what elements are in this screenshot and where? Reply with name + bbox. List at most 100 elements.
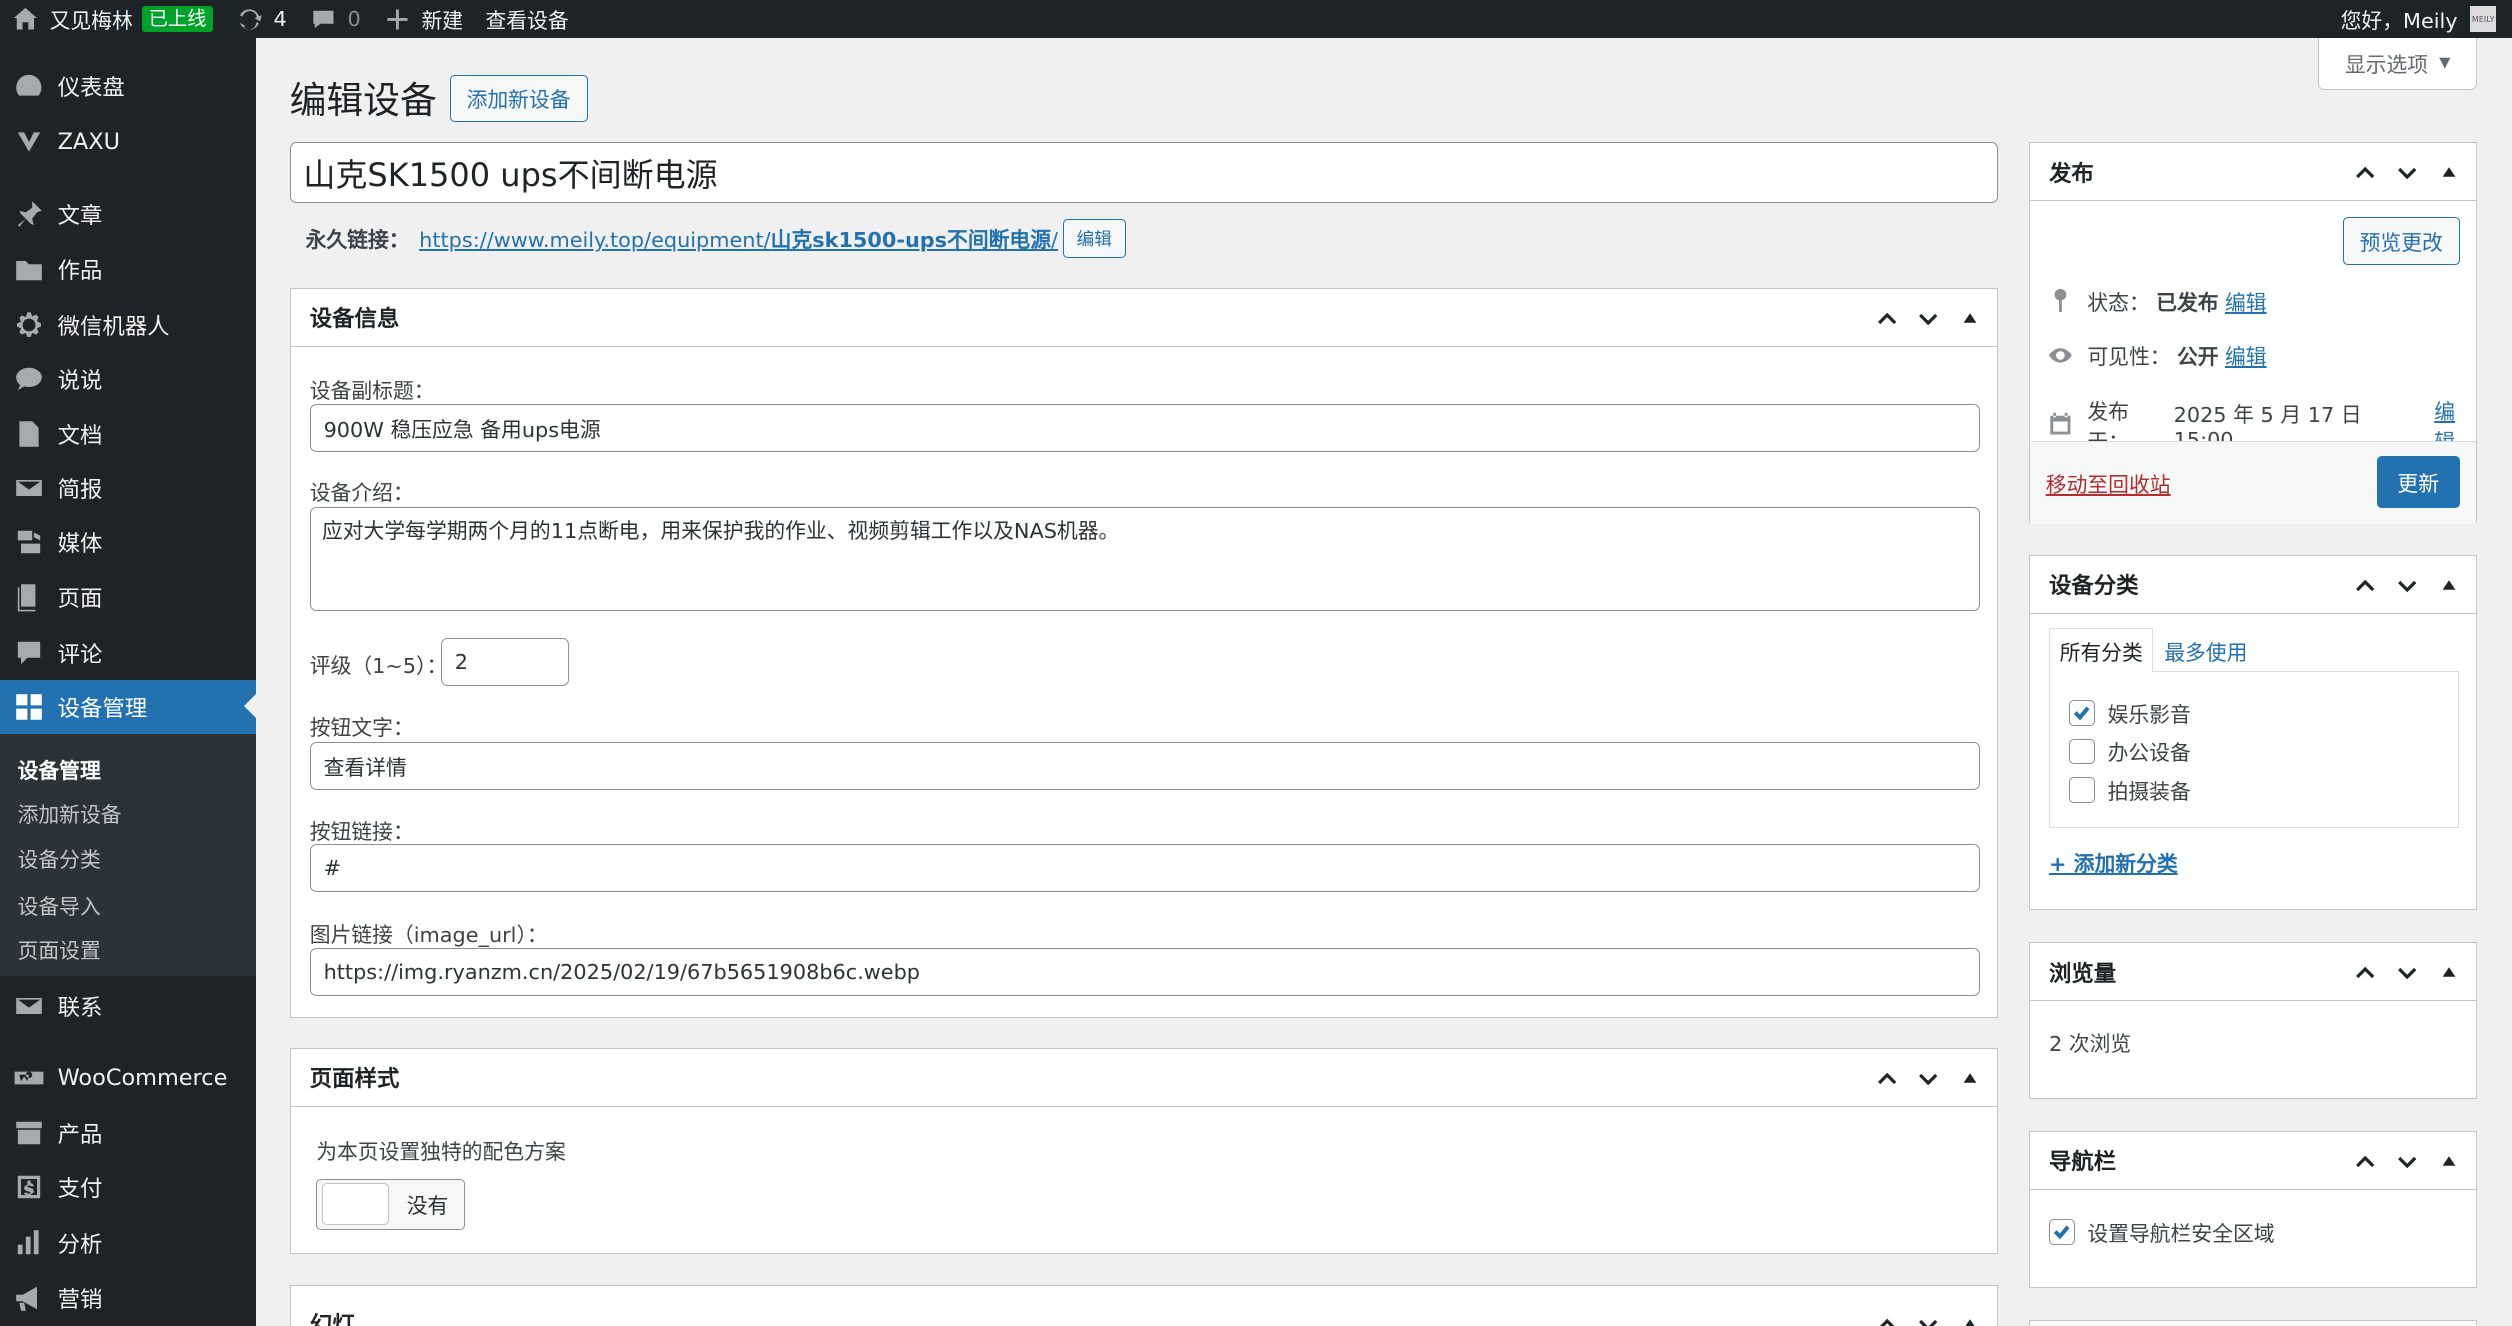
sidebar-item-16[interactable]: 分析 [0,1216,256,1270]
move-down-button[interactable] [1908,1295,1950,1326]
update-button[interactable]: 更新 [2376,456,2460,508]
add-new-device-button[interactable]: 添加新设备 [449,75,588,122]
category-checkbox[interactable] [2069,738,2095,765]
move-up-button[interactable] [1866,289,1908,347]
move-up-button[interactable] [2345,1132,2387,1190]
sidebar-item-label: ZAXU [57,129,120,156]
sidebar-item-13[interactable]: WooCommerce [0,1051,256,1105]
sidebar-item-3[interactable]: 作品 [0,242,256,296]
avatar[interactable]: MEILY [2470,6,2496,32]
sidebar-item-7[interactable]: 简报 [0,461,256,515]
toggle-panel-button[interactable] [2428,556,2470,614]
move-down-button[interactable] [1908,1049,1950,1107]
move-up-button[interactable] [1866,1295,1908,1326]
publish-title: 发布 [2048,160,2094,187]
sidebar-item-2[interactable]: 文章 [0,187,256,241]
sidebar-item-11[interactable]: 设备管理 [0,679,256,735]
mail-icon [15,998,42,1015]
navbar-box: 导航栏 设置导航栏安全区域 [2028,1131,2477,1288]
permalink-edit-button[interactable]: 编辑 [1062,219,1126,258]
category-list: 娱乐影音 办公设备 拍摄装备 [2048,671,2459,829]
user-greeting[interactable]: 您好，Meily [2341,4,2458,34]
views-count: 2 次浏览 [2048,1031,2132,1056]
edit-visibility-link[interactable]: 编辑 [2225,340,2267,370]
move-up-button[interactable] [2345,943,2387,1001]
subtitle-input[interactable]: 900W 稳压应急 备用ups电源 [309,404,1981,453]
tab-most-used[interactable]: 最多使用 [2164,628,2247,673]
chevron-down-icon [1919,1319,1938,1326]
eye-icon [2048,347,2072,363]
sidebar-item-12[interactable]: 联系 [0,979,256,1033]
tab-all-categories[interactable]: 所有分类 [2048,628,2154,673]
category-label: 拍摄装备 [2107,779,2191,804]
toggle-panel-button[interactable] [2428,1132,2470,1190]
chevron-up-icon [1877,312,1897,324]
new-content-link[interactable]: 新建 [372,0,474,38]
publish-header: 发布 [2029,143,2476,201]
move-down-button[interactable] [2386,556,2428,614]
button-link-input[interactable]: # [309,844,1981,893]
sidebar-item-17[interactable]: 营销 [0,1270,256,1324]
category-checkbox[interactable] [2069,700,2095,726]
move-down-button[interactable] [2386,943,2428,1001]
triangle-up-icon [2442,580,2456,590]
sidebar-item-4[interactable]: 微信机器人 [0,298,256,352]
sidebar-item-label: 文档 [57,422,103,449]
category-checkbox[interactable] [2069,776,2095,803]
move-up-button[interactable] [1866,1049,1908,1107]
post-title-input[interactable]: 山克SK1500 ups不间断电源 [289,142,1999,204]
toggle-panel-button[interactable] [1949,1295,1991,1326]
site-name-link[interactable]: 又见梅林 已上线 [0,0,224,38]
image-url-label: 图片链接（image_url）： [309,922,548,947]
check-icon [2053,1225,2070,1240]
add-new-category-link[interactable]: + 添加新分类 [2049,847,2178,877]
sidebar-item-14[interactable]: 产品 [0,1106,256,1160]
sidebar-item-8[interactable]: 媒体 [0,515,256,569]
toggle-panel-button[interactable] [2428,143,2470,201]
page-style-title: 页面样式 [309,1066,400,1093]
sidebar-item-0[interactable]: 仪表盘 [0,59,256,113]
navbar-safe-area-checkbox[interactable] [2048,1219,2075,1245]
submenu-item-2[interactable]: 设备分类 [18,843,101,873]
toggle-panel-button[interactable] [1949,1049,1991,1107]
permalink-link[interactable]: https://www.meily.top/equipment/山克sk1500… [419,223,1058,253]
zaxu-icon [17,132,40,152]
button-link-label: 按钮链接： [309,820,414,845]
submenu-item-3[interactable]: 设备导入 [18,890,101,920]
publish-box: 发布 预览更改 状态： 已发布 编辑 可见性： 公开 编辑 发布于： 2025 … [2028,142,2477,525]
publish-actions: 移动至回收站 更新 [2029,440,2476,525]
move-down-button[interactable] [2386,1132,2428,1190]
updates-link[interactable]: 4 [224,0,298,38]
sidebar-item-15[interactable]: 支付 [0,1160,256,1214]
triangle-up-icon [2442,1156,2456,1166]
move-up-button[interactable] [2345,143,2387,201]
move-to-trash-link[interactable]: 移动至回收站 [2046,468,2171,498]
comments-link[interactable]: 0 [298,0,372,38]
move-up-button[interactable] [2345,556,2387,614]
button-text-input[interactable]: 查看详情 [309,741,1981,790]
sidebar-item-10[interactable]: 评论 [0,626,256,680]
rating-input[interactable]: 2 [440,637,569,686]
image-url-input[interactable]: https://img.ryanzm.cn/2025/02/19/67b5651… [309,948,1981,997]
toggle-panel-button[interactable] [1949,289,1991,347]
preview-changes-button[interactable]: 预览更改 [2342,216,2460,265]
intro-textarea[interactable]: 应对大学每学期两个月的11点断电，用来保护我的作业、视频剪辑工作以及NAS机器。 [309,506,1981,611]
color-picker-button[interactable]: 没有 [316,1178,465,1230]
submenu-item-0[interactable]: 设备管理 [18,754,101,784]
move-down-button[interactable] [2386,143,2428,201]
page-title: 编辑设备 [289,79,437,123]
view-device-link[interactable]: 查看设备 [474,0,580,38]
sidebar-item-6[interactable]: 文档 [0,406,256,460]
sidebar-item-5[interactable]: 说说 [0,352,256,406]
color-picker-label: 没有 [406,1194,449,1219]
screen-options-button[interactable]: 显示选项 ▼ [2318,38,2477,90]
edit-status-link[interactable]: 编辑 [2225,286,2267,316]
sidebar-item-1[interactable]: ZAXU [0,115,256,169]
submenu-item-4[interactable]: 页面设置 [18,934,101,964]
chat-bubble-icon [15,367,42,391]
submenu-item-1[interactable]: 添加新设备 [18,798,122,828]
toggle-panel-button[interactable] [2428,943,2470,1001]
sidebar-item-label: 页面 [57,585,103,612]
sidebar-item-9[interactable]: 页面 [0,570,256,624]
move-down-button[interactable] [1908,289,1950,347]
